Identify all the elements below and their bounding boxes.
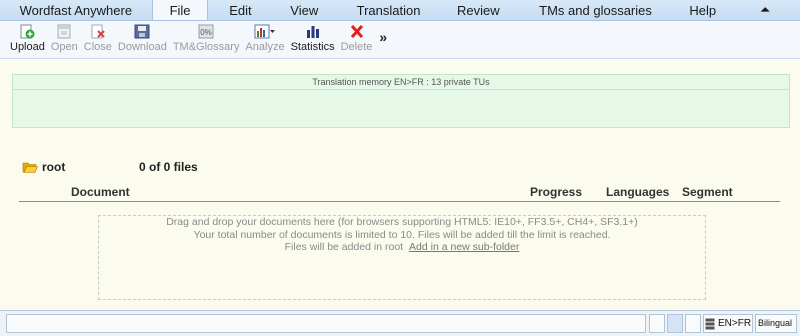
drop-zone[interactable]: Drag and drop your documents here (for b… <box>98 215 706 300</box>
close-file-icon <box>91 24 105 39</box>
close-button[interactable]: Close <box>81 21 115 53</box>
statistics-label: Statistics <box>290 41 335 53</box>
download-icon <box>134 24 150 39</box>
menu-help[interactable]: Help <box>675 0 730 20</box>
menu-label: Review <box>457 2 500 18</box>
open-label: Open <box>50 41 78 53</box>
collapse-toolbar-icon[interactable]: ⏶ <box>730 0 800 20</box>
tm-glossary-label: TM&Glossary <box>172 41 240 53</box>
status-bar: EN>FR Bilingual <box>0 310 800 336</box>
upload-label: Upload <box>10 41 45 53</box>
menu-review[interactable]: Review <box>441 0 516 20</box>
files-panel: root 0 of 0 files Document Progress Lang… <box>12 132 788 300</box>
menu-label: Edit <box>229 2 252 18</box>
delete-label: Delete <box>340 41 373 53</box>
status-cell-blank-1 <box>649 314 665 333</box>
column-segment[interactable]: Segment <box>682 185 733 199</box>
download-button[interactable]: Download <box>115 21 170 53</box>
more-tools-icon[interactable]: » <box>375 21 391 45</box>
upload-icon <box>20 24 35 39</box>
file-toolbar: Upload Open Close Download 0% TM&Glossar… <box>0 21 800 59</box>
status-message-cell <box>6 314 646 333</box>
open-icon <box>57 24 71 39</box>
add-sub-folder-link[interactable]: Add in a new sub-folder <box>409 241 519 253</box>
close-label: Close <box>83 41 112 53</box>
bilingual-mode-indicator[interactable]: Bilingual <box>755 314 797 333</box>
svg-text:0%: 0% <box>200 28 212 37</box>
drop-zone-line-1: Drag and drop your documents here (for b… <box>166 216 638 228</box>
menu-translation[interactable]: Translation <box>336 0 441 20</box>
menu-edit[interactable]: Edit <box>208 0 272 20</box>
analyze-button[interactable]: Analyze <box>242 21 287 53</box>
menu-label: Wordfast Anywhere <box>19 2 133 18</box>
menu-label: View <box>290 2 319 18</box>
menu-file[interactable]: File <box>151 0 209 20</box>
menu-label: TMs and glossaries <box>539 2 652 18</box>
drop-zone-line-3: Files will be added in root Add in a new… <box>99 241 705 254</box>
analyze-label: Analyze <box>245 41 285 53</box>
file-list-header: Document Progress Languages Segment <box>19 182 780 202</box>
menu-label: Translation <box>356 2 421 18</box>
language-pair-indicator[interactable]: EN>FR <box>703 314 753 333</box>
file-count: 0 of 0 files <box>139 160 198 174</box>
delete-icon <box>350 24 363 39</box>
statistics-icon <box>306 26 319 38</box>
column-languages[interactable]: Languages <box>606 185 669 199</box>
status-cell-blank-2 <box>667 314 683 333</box>
analyze-icon <box>254 24 276 39</box>
language-pair-label: EN>FR <box>718 318 752 329</box>
open-button[interactable]: Open <box>48 21 81 53</box>
more-glyph: » <box>379 29 388 45</box>
menu-bar: Wordfast Anywhere File Edit View Transla… <box>0 0 800 21</box>
menu-wordfast-anywhere[interactable]: Wordfast Anywhere <box>0 0 152 20</box>
upload-button[interactable]: Upload <box>7 21 48 53</box>
bilingual-mode-label: Bilingual <box>758 318 793 328</box>
status-cell-blank-3 <box>685 314 701 333</box>
menu-tms-and-glossaries[interactable]: TMs and glossaries <box>516 0 676 20</box>
drop-zone-destination: Files will be added in root <box>284 241 404 253</box>
drop-zone-line-2: Your total number of documents is limite… <box>193 228 611 241</box>
delete-button[interactable]: Delete <box>338 21 376 53</box>
folder-open-icon <box>22 162 38 173</box>
root-folder-label: root <box>42 160 66 174</box>
menu-label: File <box>169 2 191 18</box>
column-document[interactable]: Document <box>71 185 130 199</box>
menu-view[interactable]: View <box>272 0 336 20</box>
column-progress[interactable]: Progress <box>530 185 582 199</box>
root-folder[interactable]: root <box>22 160 65 174</box>
tm-panel-title: Translation memory EN>FR : 13 private TU… <box>13 75 789 90</box>
statistics-button[interactable]: Statistics <box>288 21 338 53</box>
tm-glossary-icon: 0% <box>198 24 214 39</box>
menu-label: Help <box>689 2 717 18</box>
toolbar-spacer <box>0 59 800 74</box>
tm-glossary-button[interactable]: 0% TM&Glossary <box>170 21 243 53</box>
collapse-glyph: ⏶ <box>760 3 770 16</box>
translation-memory-panel: Translation memory EN>FR : 13 private TU… <box>12 74 790 128</box>
download-label: Download <box>117 41 167 53</box>
database-icon <box>705 318 715 329</box>
